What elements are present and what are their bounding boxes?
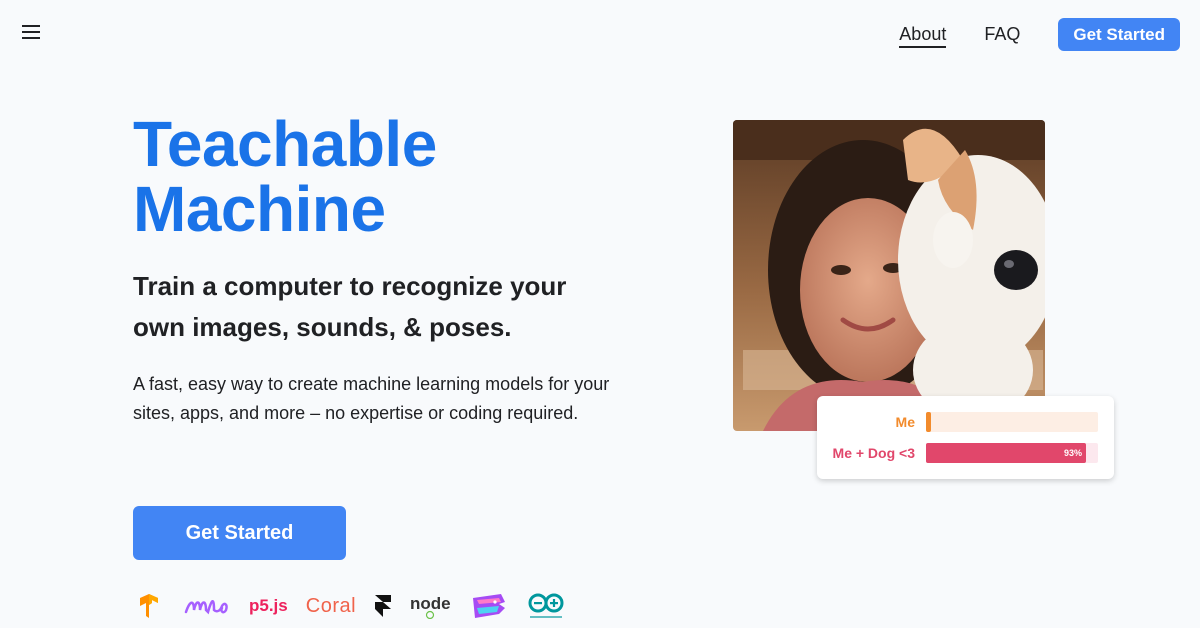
nav-link-about[interactable]: About [899,22,947,48]
glitch-icon [470,590,508,622]
node-icon: node [410,590,452,622]
prediction-label: Me + Dog <3 [832,445,915,461]
page: About FAQ Get Started Teachable Machine … [0,0,1200,628]
title-line-1: Teachable [133,108,437,180]
prediction-row-me: Me [817,412,1114,432]
prediction-row-me-dog: Me + Dog <3 93% [817,443,1114,463]
prediction-card: Me Me + Dog <3 93% [817,396,1114,479]
menu-icon[interactable] [22,22,42,42]
svg-text:node: node [410,594,451,613]
integration-logos: p5.js Coral node [133,590,584,622]
p5js-logo: p5.js [249,596,288,615]
prediction-track [926,412,1098,432]
title-line-2: Machine [133,173,386,245]
hero-get-started-button[interactable]: Get Started [133,506,346,560]
framer-icon [374,590,392,622]
tensorflow-icon [133,590,165,622]
prediction-label: Me [895,414,915,430]
nav-link-faq[interactable]: FAQ [984,18,1020,51]
top-nav: About FAQ Get Started [899,18,1180,51]
demo-photo [733,120,1045,431]
ml5-icon [183,590,231,622]
page-title: Teachable Machine [133,112,437,242]
prediction-bar [926,412,931,432]
hero-subtitle: Train a computer to recognize your own i… [133,271,567,342]
prediction-percent: 93% [1063,448,1082,458]
prediction-track: 93% [926,443,1098,463]
arduino-icon [526,590,566,622]
prediction-bar [926,443,1086,463]
coral-logo: Coral [305,594,357,617]
header-get-started-button[interactable]: Get Started [1058,18,1180,51]
hero-description: A fast, easy way to create machine learn… [133,374,610,423]
